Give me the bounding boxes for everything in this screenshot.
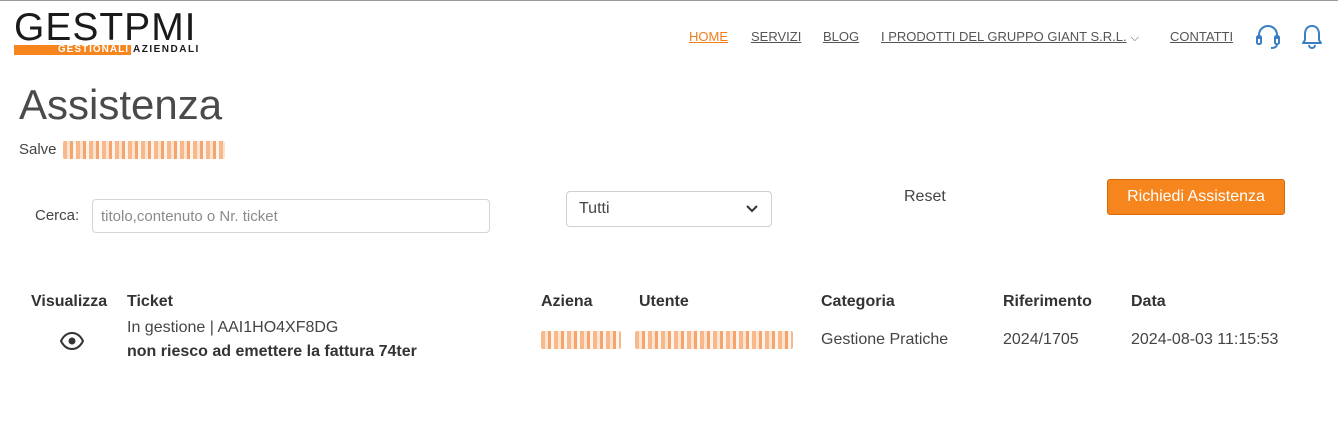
status-select[interactable]: Tutti (566, 191, 772, 227)
ticket-date: 2024-08-03 11:15:53 (1131, 331, 1279, 348)
nav-contatti[interactable]: CONTATTI (1170, 29, 1233, 44)
search-input[interactable] (92, 199, 490, 233)
col-utente: Utente (639, 293, 689, 310)
request-assistance-button[interactable]: Richiedi Assistenza (1107, 179, 1285, 215)
logo[interactable]: GESTPMI GESTIONALI AZIENDALI (14, 6, 214, 57)
nav-prodotti-label: I PRODOTTI DEL GRUPPO GIANT S.R.L. (881, 29, 1127, 44)
ticket-category: Gestione Pratiche (821, 331, 949, 348)
bell-icon[interactable] (1300, 23, 1326, 51)
greeting: Salve (19, 141, 225, 160)
col-ticket: Ticket (127, 293, 173, 310)
ticket-reference: 2024/1705 (1003, 331, 1079, 348)
redacted-company (541, 331, 621, 349)
logo-text: GESTPMI (14, 6, 197, 49)
redacted-user (635, 331, 793, 349)
logo-subtitle-highlight: GESTIONALI (14, 45, 131, 55)
nav-prodotti[interactable]: I PRODOTTI DEL GRUPPO GIANT S.R.L. ⌵ (881, 29, 1139, 45)
chevron-down-icon (746, 205, 758, 213)
status-select-value: Tutti (579, 200, 610, 217)
headset-icon[interactable] (1255, 23, 1281, 51)
nav-servizi[interactable]: SERVIZI (751, 29, 801, 44)
logo-subtitle: GESTIONALI AZIENDALI (14, 45, 210, 55)
ticket-title[interactable]: non riesco ad emettere la fattura 74ter (127, 343, 417, 361)
reset-button[interactable]: Reset (904, 188, 946, 206)
col-data: Data (1131, 293, 1166, 310)
col-azienda: Aziena (541, 293, 593, 310)
search-label: Cerca: (35, 207, 80, 224)
chevron-down-icon: ⌵ (1130, 32, 1139, 44)
eye-icon[interactable] (59, 331, 85, 351)
redacted-user-name (62, 141, 225, 160)
ticket-status: In gestione | AAI1HO4XF8DG (127, 319, 339, 336)
col-riferimento: Riferimento (1003, 293, 1092, 310)
col-categoria: Categoria (821, 293, 895, 310)
col-visualizza: Visualizza (31, 293, 108, 310)
page-title: Assistenza (19, 81, 223, 128)
nav-home[interactable]: HOME (689, 29, 728, 44)
nav-blog[interactable]: BLOG (823, 29, 859, 44)
greeting-prefix: Salve (19, 141, 57, 158)
logo-subtitle-rest: AZIENDALI (133, 44, 200, 55)
